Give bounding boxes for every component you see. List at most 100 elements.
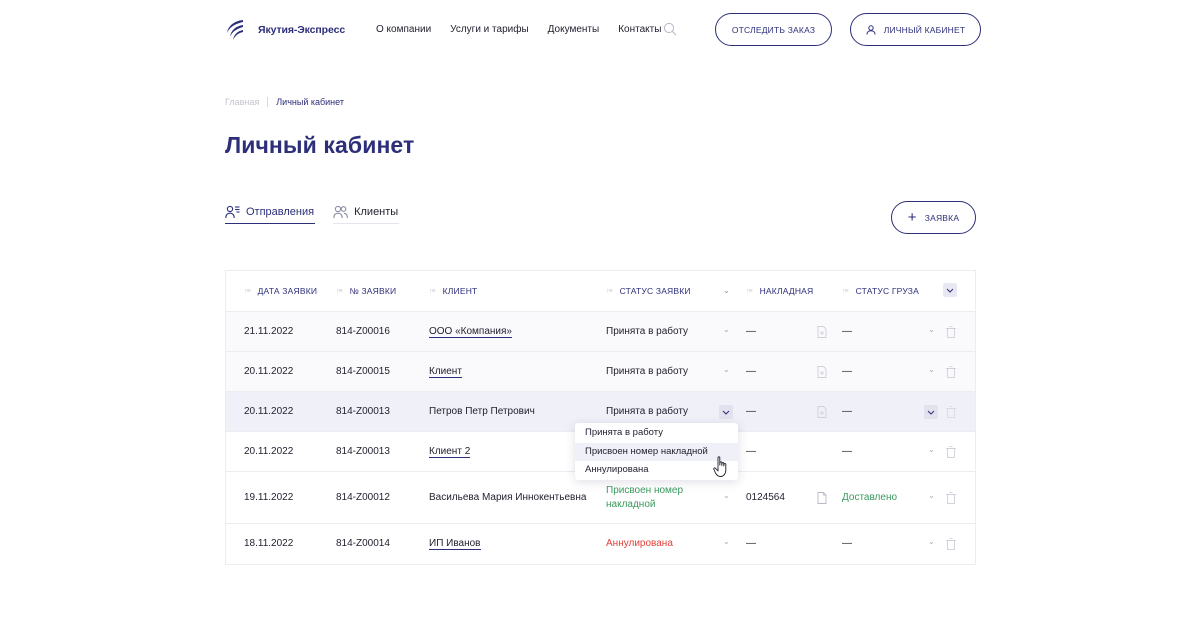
cell-number: 814-Z00016: [336, 326, 390, 337]
filter-icon: ↑≡: [746, 287, 753, 295]
add-document-icon[interactable]: [817, 406, 827, 418]
column-status[interactable]: ↑≡ СТАТУС ЗАЯВКИ: [606, 286, 691, 296]
logo[interactable]: Якутия-Экспресс: [225, 16, 345, 44]
trash-icon[interactable]: [946, 406, 956, 418]
filter-icon: ↑≡: [244, 287, 251, 295]
shipments-table: ↑≡ ДАТА ЗАЯВКИ ↑≡ № ЗАЯВКИ ↑≡ КЛИЕНТ ↑≡ СТАТ…: [225, 270, 976, 565]
plus-icon: +: [907, 208, 917, 226]
cell-invoice: —: [746, 406, 756, 417]
chevron-down-icon: [927, 410, 935, 415]
cell-invoice: 0124564: [746, 492, 785, 503]
personal-cabinet-button[interactable]: ЛИЧНЫЙ КАБИНЕТ: [850, 13, 981, 46]
document-icon[interactable]: [817, 492, 827, 504]
column-cargo-status[interactable]: ↑≡ СТАТУС ГРУЗА: [842, 286, 919, 296]
nav-item-about[interactable]: О компании: [376, 24, 431, 35]
add-document-icon[interactable]: [817, 366, 827, 378]
cell-date: 21.11.2022: [244, 326, 294, 337]
breadcrumb-current: Личный кабинет: [276, 97, 344, 107]
table-header: ↑≡ ДАТА ЗАЯВКИ ↑≡ № ЗАЯВКИ ↑≡ КЛИЕНТ ↑≡ СТАТ…: [226, 271, 975, 312]
chevron-down-icon[interactable]: ⌄: [723, 537, 730, 546]
cell-client-link[interactable]: Клиент 2: [429, 446, 471, 458]
filter-icon: ↑≡: [336, 287, 343, 295]
cell-invoice: —: [746, 326, 756, 337]
cell-date: 20.11.2022: [244, 406, 294, 417]
tab-shipments[interactable]: Отправления: [225, 201, 316, 224]
new-request-button[interactable]: + ЗАЯВКА: [891, 201, 976, 234]
cell-number: 814-Z00013: [336, 406, 390, 417]
trash-icon[interactable]: [946, 366, 956, 378]
nav-item-documents[interactable]: Документы: [548, 24, 600, 35]
cell-client-link[interactable]: ООО «Компания»: [429, 326, 512, 338]
nav-item-contacts[interactable]: Контакты: [618, 24, 661, 35]
column-client[interactable]: ↑≡ КЛИЕНТ: [429, 286, 477, 296]
track-order-button[interactable]: ОТСЛЕДИТЬ ЗАКАЗ: [715, 13, 832, 46]
users-icon: [333, 205, 349, 219]
column-invoice[interactable]: ↑≡ НАКЛАДНАЯ: [746, 286, 813, 296]
nav-item-services[interactable]: Услуги и тарифы: [450, 24, 529, 35]
chevron-down-icon[interactable]: ⌄: [928, 537, 935, 546]
cell-number: 814-Z00013: [336, 446, 390, 457]
trash-icon[interactable]: [946, 538, 956, 550]
cell-number: 814-Z00015: [336, 366, 390, 377]
filter-icon: ↑≡: [429, 287, 436, 295]
cell-client-link[interactable]: Клиент: [429, 366, 462, 378]
cargo-dropdown-toggle[interactable]: [924, 405, 938, 419]
logo-icon: [227, 20, 243, 40]
breadcrumb: Главная Личный кабинет: [225, 97, 344, 107]
chevron-down-icon[interactable]: ⌄: [723, 491, 730, 500]
cell-invoice: —: [746, 446, 756, 457]
cell-date: 20.11.2022: [244, 446, 294, 457]
chevron-down-icon: [722, 410, 730, 415]
expand-all-toggle[interactable]: [943, 283, 957, 297]
tab-clients-label: Клиенты: [354, 206, 399, 218]
trash-icon[interactable]: [946, 326, 956, 338]
new-request-label: ЗАЯВКА: [924, 212, 960, 223]
cell-client: Васильева Мария Иннокентьевна: [429, 492, 587, 503]
cell-status: Принята в работу: [606, 326, 689, 337]
chevron-down-icon[interactable]: ⌄: [928, 491, 935, 500]
tab-clients[interactable]: Клиенты: [333, 201, 400, 224]
chevron-down-icon: [946, 288, 954, 293]
cell-status: Присвоен номер накладной: [606, 485, 684, 510]
chevron-down-icon[interactable]: ⌄: [928, 365, 935, 374]
logo-text: Якутия-Экспресс: [258, 24, 346, 36]
user-list-icon: [225, 205, 240, 219]
column-status-label: СТАТУС ЗАЯВКИ: [619, 286, 691, 296]
trash-icon[interactable]: [946, 492, 956, 504]
main-nav: О компании Услуги и тарифы Документы Кон…: [376, 24, 680, 35]
cell-number: 814-Z00014: [336, 538, 390, 549]
breadcrumb-home[interactable]: Главная: [225, 97, 259, 107]
column-cargo-status-label: СТАТУС ГРУЗА: [855, 286, 919, 296]
cell-date: 18.11.2022: [244, 538, 294, 549]
column-number-label: № ЗАЯВКИ: [349, 286, 397, 296]
cell-cargo-status: Доставлено: [842, 492, 898, 503]
search-icon[interactable]: [663, 22, 677, 36]
table-row[interactable]: 20.11.2022 814-Z00015 Клиент Принята в р…: [226, 352, 975, 392]
status-dropdown-toggle[interactable]: [719, 405, 733, 419]
cell-client: Петров Петр Петрович: [429, 406, 535, 417]
user-icon: [866, 24, 876, 35]
filter-icon: ↑≡: [842, 287, 849, 295]
table-row[interactable]: 18.11.2022 814-Z00014 ИП Иванов Аннулиро…: [226, 524, 975, 564]
page-title: Личный кабинет: [225, 132, 415, 158]
column-number[interactable]: ↑≡ № ЗАЯВКИ: [336, 286, 396, 296]
column-date-label: ДАТА ЗАЯВКИ: [257, 286, 318, 296]
status-option-accepted[interactable]: Принята в работу: [575, 424, 738, 442]
add-document-icon[interactable]: [817, 326, 827, 338]
cell-date: 19.11.2022: [244, 492, 294, 503]
cell-cargo-status: —: [842, 326, 852, 337]
chevron-down-icon[interactable]: ⌄: [723, 286, 730, 295]
chevron-down-icon[interactable]: ⌄: [723, 365, 730, 374]
cell-invoice: —: [746, 538, 756, 549]
trash-icon[interactable]: [946, 446, 956, 458]
table-row[interactable]: 21.11.2022 814-Z00016 ООО «Компания» При…: [226, 312, 975, 352]
chevron-down-icon[interactable]: ⌄: [928, 445, 935, 454]
cell-cargo-status: —: [842, 366, 852, 377]
chevron-down-icon[interactable]: ⌄: [928, 325, 935, 334]
cell-status: Принята в работу: [606, 406, 689, 417]
column-date[interactable]: ↑≡ ДАТА ЗАЯВКИ: [244, 286, 317, 296]
cell-client-link[interactable]: ИП Иванов: [429, 538, 481, 550]
cell-cargo-status: —: [842, 406, 852, 417]
cell-status: Принята в работу: [606, 366, 689, 377]
chevron-down-icon[interactable]: ⌄: [723, 325, 730, 334]
